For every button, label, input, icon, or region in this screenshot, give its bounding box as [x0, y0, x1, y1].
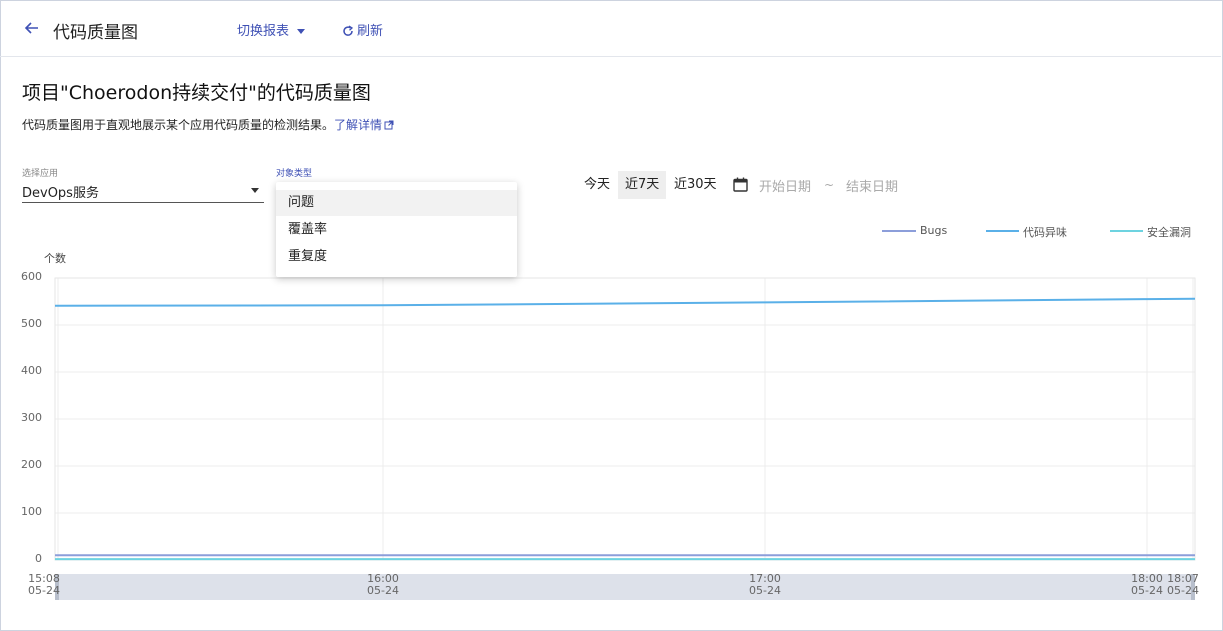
data-zoom-slider — [55, 574, 1195, 600]
x-tick-label: 16:00 05-24 — [367, 572, 399, 597]
object-type-dropdown: 问题 覆盖率 重复度 — [276, 182, 517, 277]
x-tick-label: 15:08 05-24 — [28, 572, 60, 597]
quality-chart — [54, 277, 1196, 600]
object-type-option-coverage[interactable]: 覆盖率 — [276, 217, 517, 243]
x-tick-label: 18:00 05-24 — [1131, 572, 1163, 597]
object-type-option-duplication[interactable]: 重复度 — [276, 244, 517, 270]
x-tick-label: 18:07 05-24 — [1167, 572, 1199, 597]
series-line-code-smell — [54, 297, 1196, 307]
x-tick-label: 17:00 05-24 — [749, 572, 781, 597]
object-type-option-issues[interactable]: 问题 — [276, 190, 517, 216]
